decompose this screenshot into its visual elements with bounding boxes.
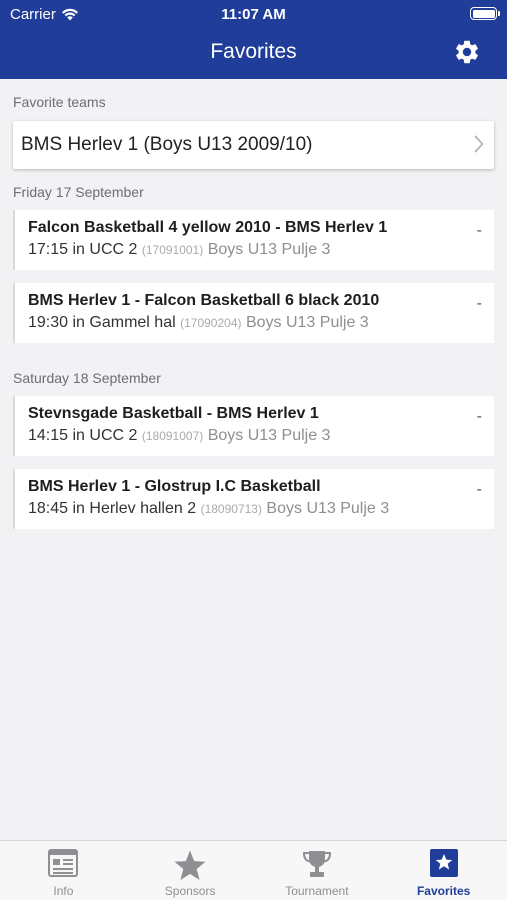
match-time: 14:15	[28, 427, 69, 444]
trophy-icon	[302, 851, 331, 877]
news-icon	[48, 849, 79, 877]
tab-tournament[interactable]: Tournament	[254, 841, 381, 900]
match-title: BMS Herlev 1 - Falcon Basketball 6 black…	[28, 292, 380, 309]
tab-bar: Info Sponsors Tournament Favorites	[0, 840, 507, 900]
match-code: (17091001)	[141, 243, 204, 257]
match-row[interactable]: Falcon Basketball 4 yellow 2010 - BMS He…	[13, 210, 494, 270]
match-time: 19:30	[28, 314, 69, 331]
favorite-teams-label: Favorite teams	[13, 94, 106, 110]
chevron-right-icon	[474, 135, 484, 153]
tab-sponsors[interactable]: Sponsors	[127, 841, 254, 900]
match-pool: Boys U13 Pulje 3	[245, 314, 369, 331]
tab-label: Favorites	[416, 884, 471, 898]
match-title: BMS Herlev 1 - Glostrup I.C Basketball	[28, 478, 321, 495]
tab-label: Tournament	[285, 884, 349, 898]
status-bar: Carrier 11:07 AM	[0, 0, 507, 28]
status-time: 11:07 AM	[221, 6, 286, 23]
match-time: 17:15	[28, 241, 69, 258]
match-venue: in Gammel hal	[72, 314, 176, 331]
match-score: -	[476, 481, 482, 498]
nav-header: Carrier 11:07 AM Favorites	[0, 0, 507, 79]
match-venue: in UCC 2	[72, 241, 138, 258]
match-title: Falcon Basketball 4 yellow 2010 - BMS He…	[28, 219, 388, 236]
match-pool: Boys U13 Pulje 3	[207, 427, 331, 444]
match-info: 19:30 in Gammel hal (17090204) Boys U13 …	[28, 314, 369, 332]
match-pool: Boys U13 Pulje 3	[266, 500, 390, 517]
tab-info[interactable]: Info	[0, 841, 127, 900]
star-box-icon	[429, 849, 458, 877]
match-code: (17090204)	[180, 316, 242, 330]
day-label: Friday 17 September	[13, 184, 144, 200]
match-row[interactable]: Stevnsgade Basketball - BMS Herlev 1 14:…	[13, 396, 494, 456]
match-time: 18:45	[28, 500, 69, 517]
match-row[interactable]: BMS Herlev 1 - Falcon Basketball 6 black…	[13, 283, 494, 343]
match-pool: Boys U13 Pulje 3	[207, 241, 331, 258]
tab-label: Info	[53, 884, 74, 898]
battery-icon	[470, 7, 500, 20]
match-code: (18091007)	[141, 429, 204, 443]
match-code: (18090713)	[200, 502, 262, 516]
gear-icon[interactable]	[453, 38, 481, 66]
star-icon	[174, 850, 206, 881]
match-row[interactable]: BMS Herlev 1 - Glostrup I.C Basketball 1…	[13, 469, 494, 529]
match-score: -	[476, 408, 482, 425]
favorites-content[interactable]: Favorite teams BMS Herlev 1 (Boys U13 20…	[0, 79, 507, 840]
match-venue: in UCC 2	[72, 427, 138, 444]
day-label: Saturday 18 September	[13, 370, 161, 386]
match-score: -	[476, 222, 482, 239]
team-name: BMS Herlev 1 (Boys U13 2009/10)	[21, 134, 313, 155]
match-info: 14:15 in UCC 2 (18091007) Boys U13 Pulje…	[28, 427, 330, 445]
favorite-team-row[interactable]: BMS Herlev 1 (Boys U13 2009/10)	[13, 121, 494, 169]
tab-label: Sponsors	[164, 884, 216, 898]
match-title: Stevnsgade Basketball - BMS Herlev 1	[28, 405, 319, 422]
tab-favorites[interactable]: Favorites	[380, 841, 507, 900]
match-info: 18:45 in Herlev hallen 2 (18090713) Boys…	[28, 500, 389, 518]
match-venue: in Herlev hallen 2	[72, 500, 197, 517]
match-info: 17:15 in UCC 2 (17091001) Boys U13 Pulje…	[28, 241, 330, 259]
page-title: Favorites	[210, 40, 297, 63]
match-score: -	[476, 295, 482, 312]
